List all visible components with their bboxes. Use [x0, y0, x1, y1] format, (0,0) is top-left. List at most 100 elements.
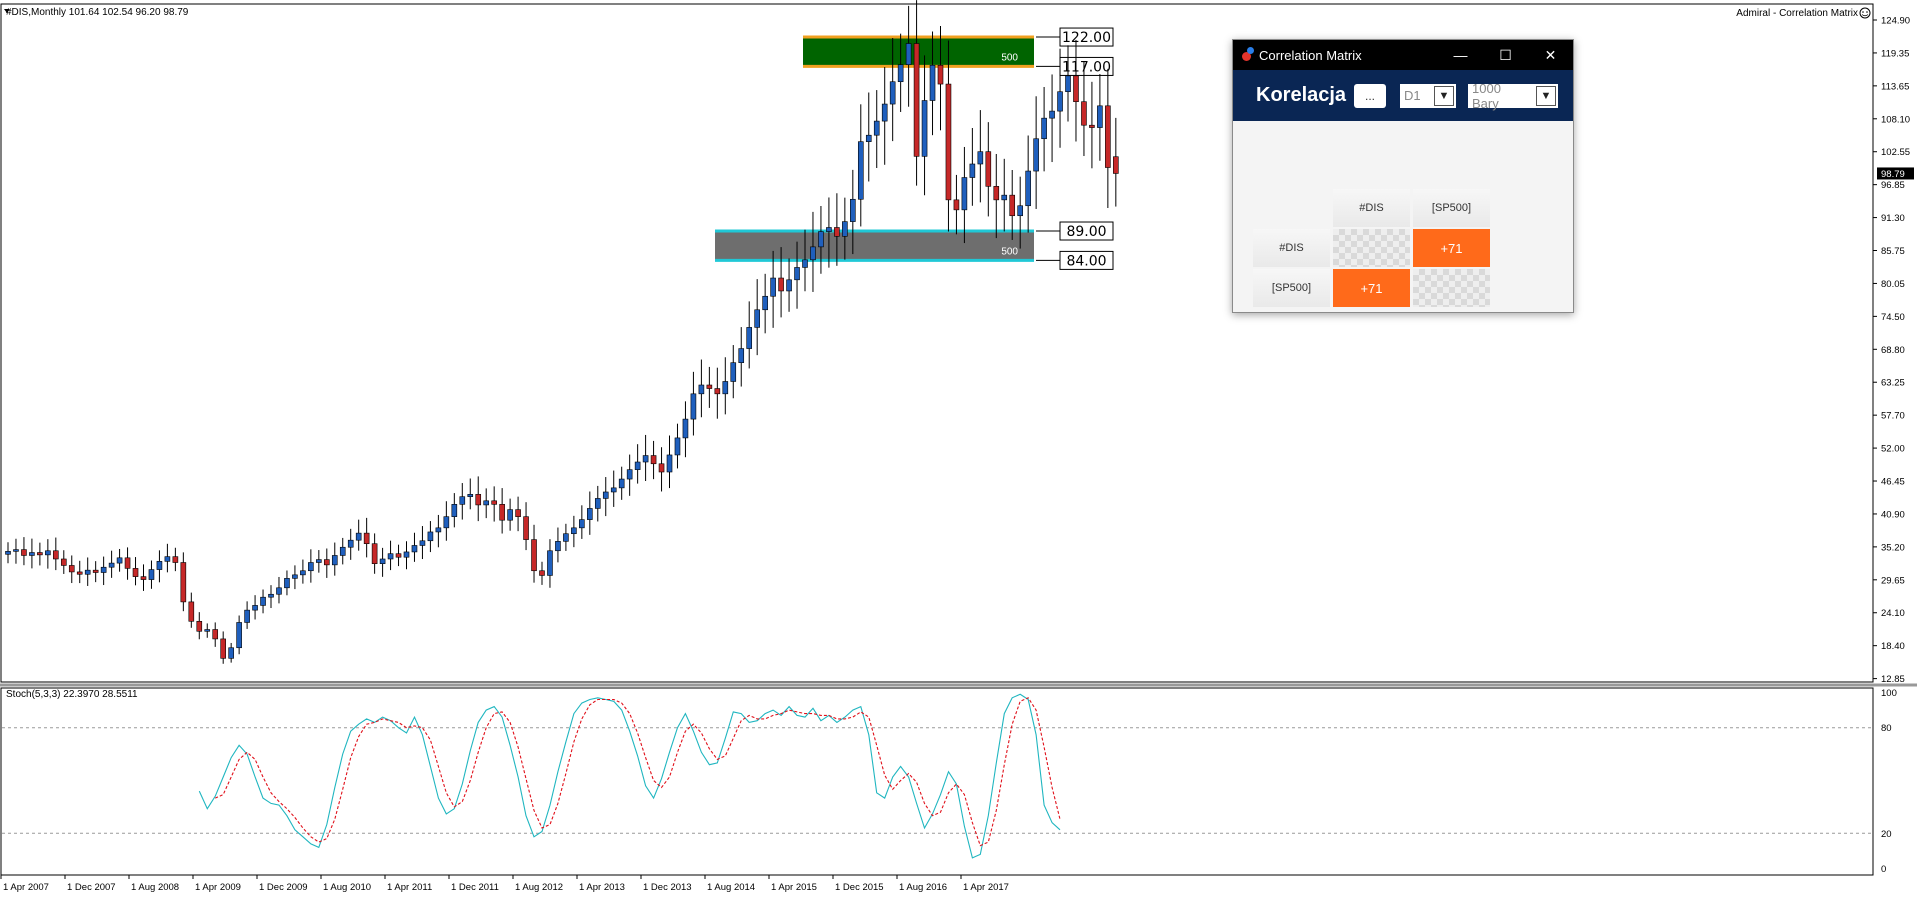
timeframe-select[interactable]: D1 ▼ [1400, 83, 1456, 108]
maximize-icon[interactable]: ☐ [1483, 40, 1528, 70]
candle-body-bull [419, 540, 426, 546]
minimize-icon[interactable]: — [1438, 40, 1483, 70]
y-tick-label: 74.50 [1881, 312, 1905, 323]
candle-body-bull [587, 508, 593, 520]
candle-body-bear [1089, 124, 1095, 128]
trading-terminal: 500 122.00 117.00 500 89.00 84.00 124.90 119.3… [0, 0, 1917, 901]
candle-body-bull [1097, 105, 1103, 128]
candle-body-bull [571, 527, 577, 535]
bars-value: 1000 Bary [1472, 80, 1501, 111]
candle-body-bull [355, 532, 362, 541]
chart-canvas[interactable]: 500 122.00 117.00 500 89.00 84.00 124.90 119.3… [0, 0, 1917, 901]
candle-body-bull [929, 64, 936, 101]
y-tick-label: 12.85 [1881, 674, 1905, 685]
candle-body-bull [602, 491, 609, 499]
x-tick-label: 1 Dec 2015 [835, 882, 884, 893]
candle-body-bull [722, 381, 729, 395]
candle-body-bear [834, 227, 840, 237]
candle-body-bull [252, 605, 258, 611]
candle-body-bear [953, 199, 960, 211]
candle-body-bull [292, 574, 298, 579]
candle-body-bull [698, 384, 705, 395]
candle-body-bear [1081, 101, 1087, 126]
candle-body-bull [467, 494, 474, 497]
candle-body-bull [284, 578, 290, 589]
candle-body-bull [308, 562, 314, 572]
candle-body-bull [977, 151, 984, 165]
level-label: 122.00 [1062, 30, 1111, 46]
y-tick-label: 35.20 [1881, 542, 1905, 553]
candle-body-bull [459, 496, 466, 505]
candle-body-bear [124, 557, 131, 569]
candle-body-bull [754, 309, 760, 328]
y-tick-label: 29.65 [1881, 575, 1905, 586]
candle-body-bear [491, 500, 497, 505]
chevron-down-icon[interactable]: ▼ [1434, 85, 1454, 106]
y-tick-label: 46.45 [1881, 477, 1905, 488]
candle-body-bear [172, 556, 179, 563]
candle-body-bull [276, 587, 282, 595]
x-tick-label: 1 Dec 2011 [451, 882, 499, 893]
bars-select[interactable]: 1000 Bary ▼ [1468, 80, 1558, 111]
candle-body-bear [778, 277, 784, 292]
candle-body-bull [770, 277, 776, 297]
y-tick-label: 40.90 [1881, 509, 1905, 520]
candle-body-bull [1041, 117, 1047, 140]
support-zone[interactable] [715, 231, 1034, 261]
close-icon[interactable]: ✕ [1528, 40, 1573, 70]
current-price-label: 98.79 [1881, 169, 1905, 180]
candle-body-bull [865, 134, 872, 142]
candle-body-bull [403, 551, 410, 558]
symbols-button[interactable]: ... [1354, 83, 1386, 108]
correlation-matrix-window[interactable]: Correlation Matrix — ☐ ✕ Korelacja ... D… [1232, 39, 1574, 313]
candle-body-bear [1073, 75, 1079, 103]
app-logo-icon [1233, 40, 1259, 70]
candle-body-bull [786, 279, 792, 292]
candle-body-bull [347, 539, 354, 548]
candle-body-bull [826, 227, 832, 232]
matrix-cell-value[interactable]: +71 [1333, 269, 1410, 307]
candle-body-bear [37, 552, 43, 556]
candle-body-bear [993, 186, 1000, 201]
candle-body-bull [13, 549, 19, 552]
candle-body-bull [897, 64, 904, 83]
candle-body-bear [196, 620, 203, 632]
candle-body-bull [762, 295, 768, 311]
candle-body-bear [1009, 194, 1016, 217]
candle-body-bull [626, 469, 633, 480]
candle-body-bear [475, 494, 482, 506]
candle-body-bull [1033, 138, 1039, 172]
candle-body-bear [140, 576, 147, 580]
candle-body-bull [268, 593, 274, 598]
candle-body-bull [156, 561, 163, 570]
y-tick-label: 68.80 [1881, 345, 1905, 356]
candle-body-bear [937, 64, 944, 85]
y-tick-label: 63.25 [1881, 378, 1905, 389]
y-tick-label: 124.90 [1881, 16, 1910, 27]
col-header: [SP500] [1413, 189, 1490, 227]
x-tick-label: 1 Apr 2015 [771, 882, 817, 893]
window-title: Correlation Matrix [1259, 47, 1362, 63]
candle-body-bull [802, 259, 808, 268]
candle-body-bull [850, 198, 856, 222]
stoch-header: Stoch(5,3,3) 22.3970 28.5511 [6, 689, 138, 700]
candle-body-bear [706, 384, 713, 389]
y-tick-label: 102.55 [1881, 147, 1910, 158]
candle-body-bull [594, 498, 601, 509]
level-label: 89.00 [1066, 224, 1106, 240]
candle-body-bull [45, 550, 51, 556]
candle-body-bull [148, 569, 155, 580]
window-titlebar[interactable]: Correlation Matrix — ☐ ✕ [1233, 40, 1573, 70]
candle-body-bear [499, 504, 505, 521]
candle-body-bull [300, 570, 306, 576]
x-tick-label: 1 Aug 2016 [899, 882, 947, 893]
correlation-toolbar: Korelacja ... D1 ▼ 1000 Bary ▼ [1233, 70, 1573, 121]
candle-body-bull [451, 504, 458, 517]
candle-body-bull [1017, 205, 1023, 217]
candle-body-bull [674, 437, 681, 456]
candle-body-bear [395, 553, 402, 558]
chevron-down-icon[interactable]: ▼ [1536, 85, 1556, 106]
correlation-heading: Korelacja [1256, 84, 1347, 106]
y-tick-label: 80.05 [1881, 279, 1905, 290]
matrix-cell-value[interactable]: +71 [1413, 229, 1490, 267]
